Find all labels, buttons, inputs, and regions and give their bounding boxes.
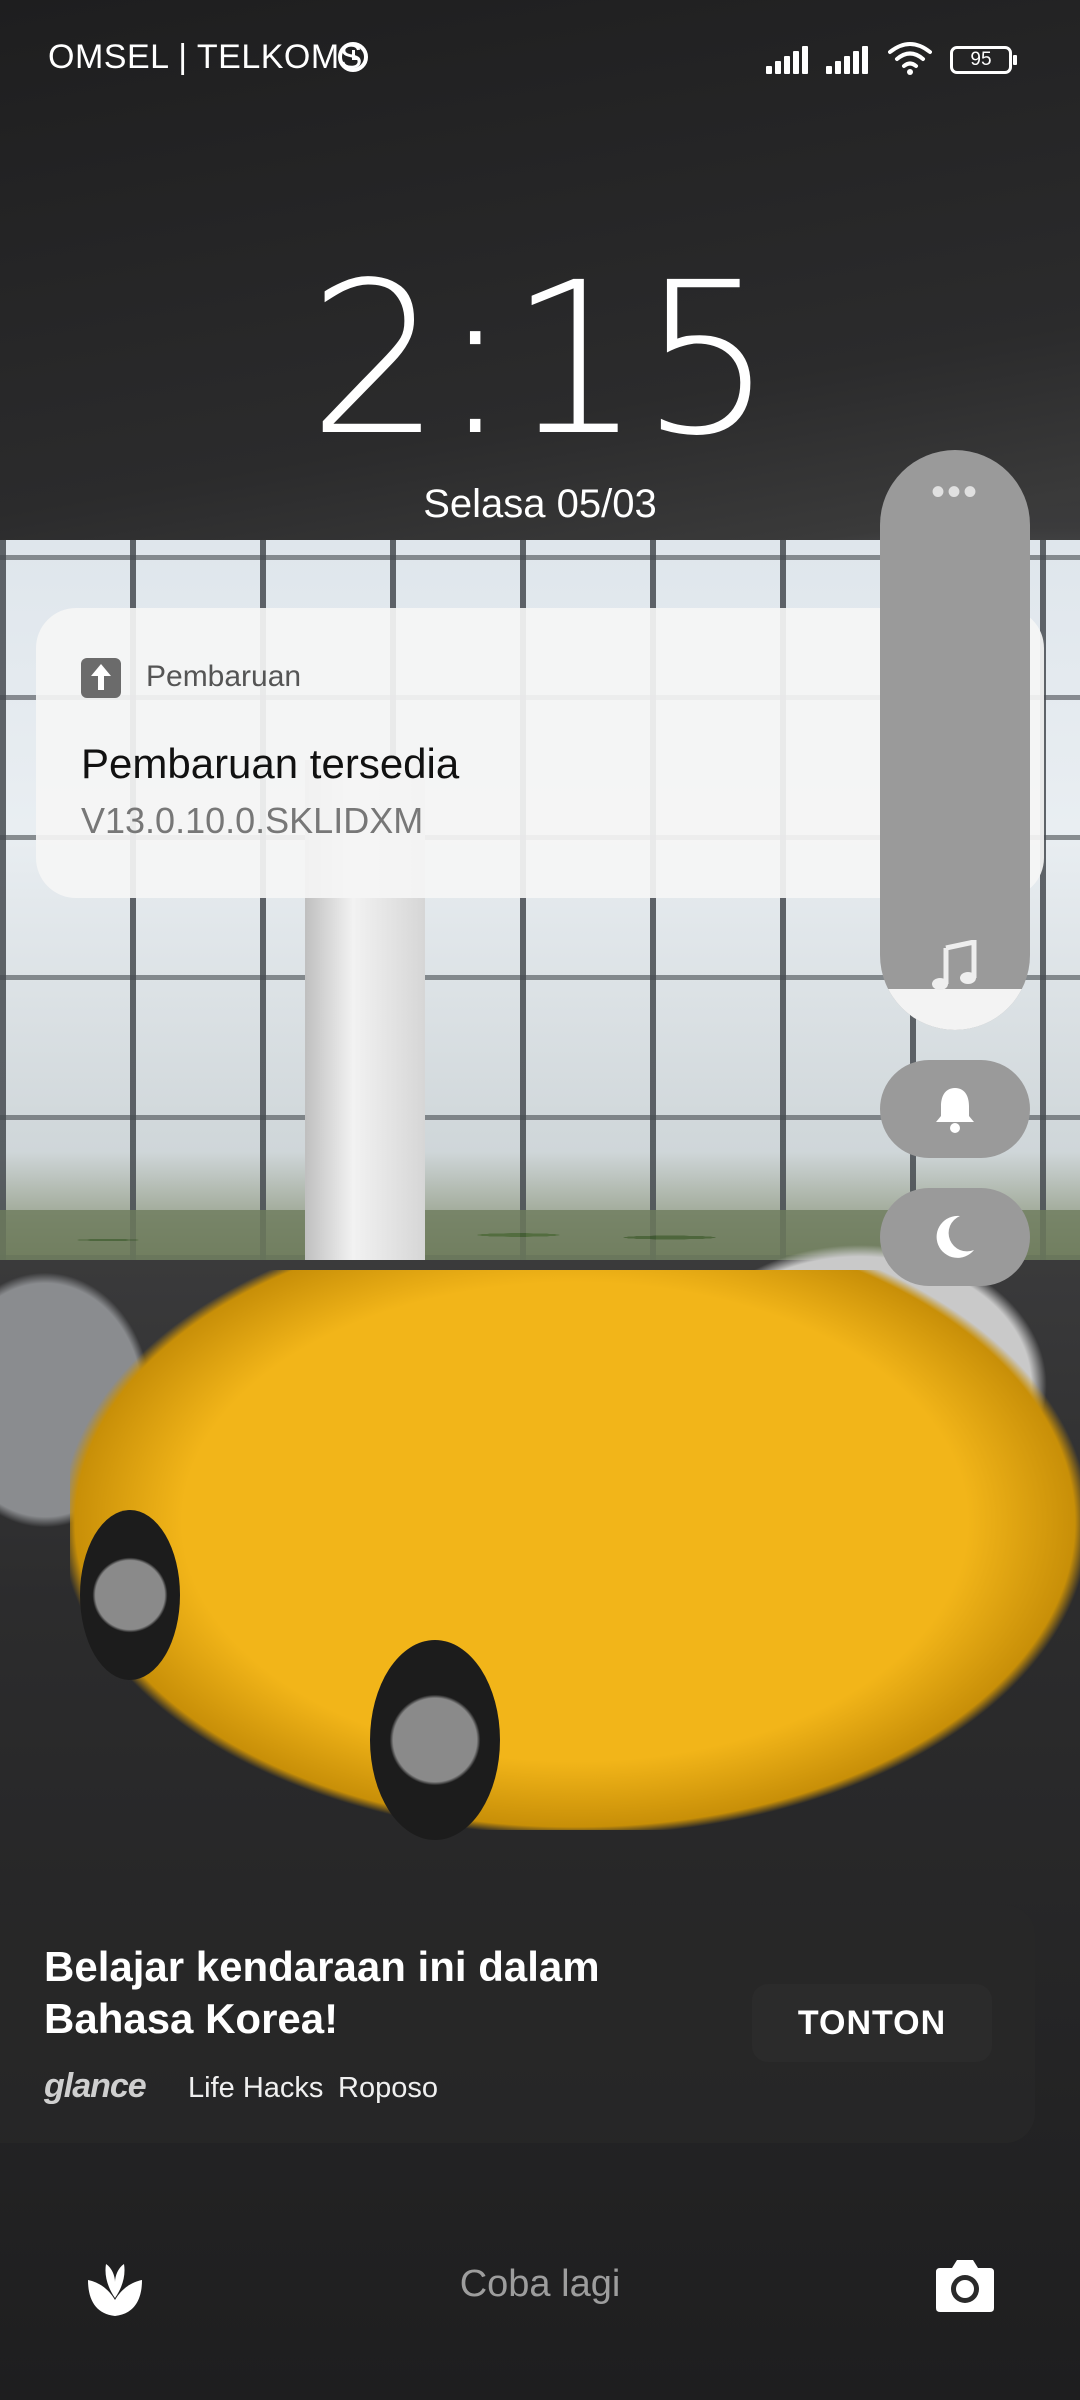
notification-title: Pembaruan tersedia	[81, 740, 460, 787]
glance-card[interactable]: Belajar kendaraan ini dalam Bahasa Korea…	[0, 1905, 1035, 2143]
alarm-icon	[338, 42, 368, 72]
volume-level-fill	[880, 989, 1030, 1030]
wifi-icon	[888, 42, 932, 75]
battery-icon: 95	[950, 46, 1017, 74]
glance-tag[interactable]: Life Hacks	[188, 2072, 323, 2105]
wallpaper-wheel	[370, 1640, 500, 1840]
notification-app-name: Pembaruan	[146, 660, 302, 693]
status-bar: OMSEL | TELKOMS 95	[0, 0, 1080, 120]
signal-strength-icon	[766, 44, 812, 74]
notification-body: V13.0.10.0.SKLIDXM	[81, 800, 424, 841]
wallpaper-yellow-car	[70, 1270, 1080, 1830]
bell-icon	[936, 1088, 974, 1133]
camera-icon[interactable]	[932, 2258, 998, 2314]
ringer-button[interactable]	[880, 1060, 1030, 1158]
moon-icon	[936, 1215, 974, 1258]
unlock-hint: Coba lagi	[459, 2263, 621, 2305]
watch-button[interactable]: TONTON	[752, 1984, 992, 2062]
glance-card-title: Belajar kendaraan ini dalam Bahasa Korea…	[44, 1943, 600, 2042]
signal-strength-icon	[826, 44, 872, 74]
wallpaper-wheel	[80, 1510, 180, 1680]
carrier-name: OMSEL | TELKOMS	[48, 38, 363, 76]
lockscreen-clock: 2:15	[308, 237, 774, 482]
volume-slider[interactable]: •••	[880, 450, 1030, 1030]
glance-logo: glance	[44, 2067, 147, 2105]
do-not-disturb-button[interactable]	[880, 1188, 1030, 1286]
battery-level: 95	[970, 49, 992, 70]
upload-arrow-icon	[81, 658, 121, 698]
more-dots-icon[interactable]: •••	[880, 470, 1030, 515]
glance-tag[interactable]: Roposo	[338, 2072, 438, 2105]
music-note-icon	[932, 940, 977, 990]
